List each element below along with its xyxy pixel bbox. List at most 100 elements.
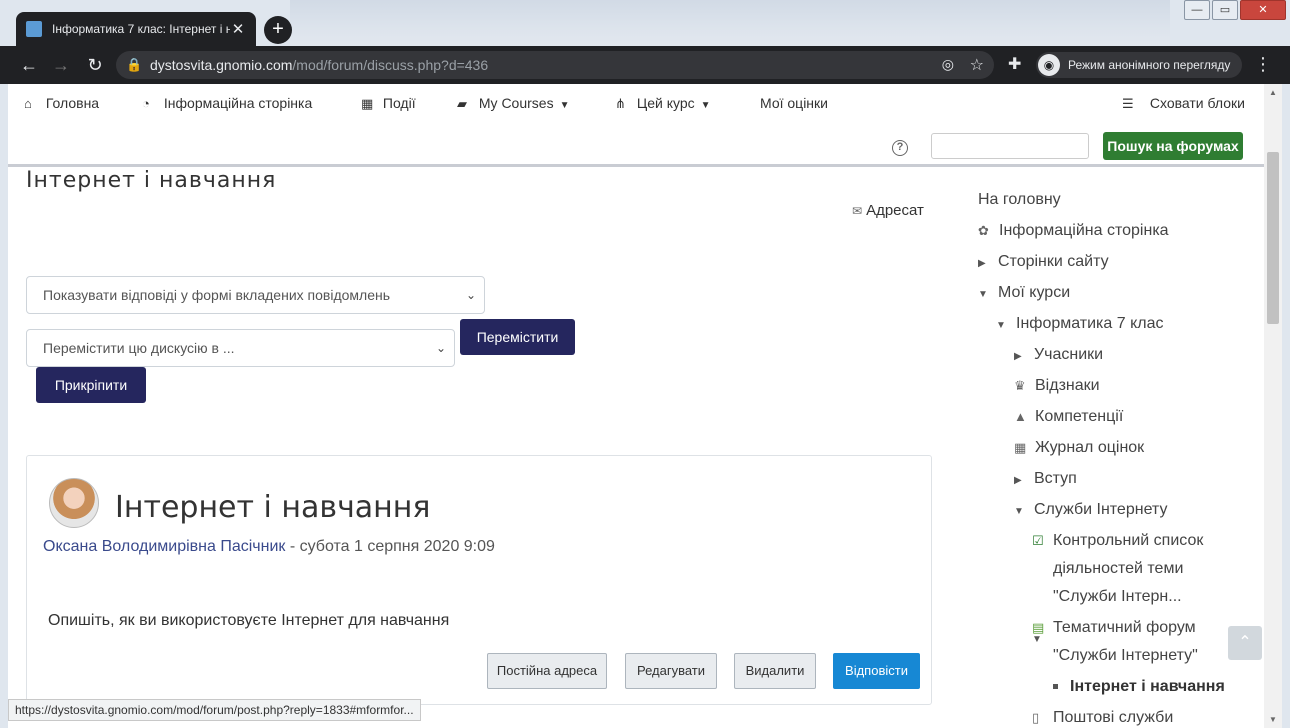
new-tab-button[interactable]: + <box>264 16 292 44</box>
sidebar-item-checklist[interactable]: ☑ Контрольний список <box>1032 532 1203 550</box>
chevron-down-icon: ▼ <box>700 100 711 111</box>
background-window-strip <box>290 0 1170 46</box>
page-viewport: ⌂ Головна ◔ Інформаційна сторінка ▦ Поді… <box>8 84 1264 728</box>
page-title: Інтернет і навчання <box>26 168 277 193</box>
trophy-icon: ♛ <box>1014 378 1026 393</box>
minimize-icon[interactable]: — <box>1184 0 1210 20</box>
tab-close-icon[interactable]: ✕ <box>230 20 246 38</box>
reload-icon[interactable]: ↻ <box>84 54 106 76</box>
caret-right-icon: ▶ <box>978 258 986 269</box>
help-icon[interactable]: ? <box>892 140 908 156</box>
pin-button[interactable]: Прикріпити <box>36 367 146 403</box>
move-button[interactable]: Перемістити <box>460 319 575 355</box>
calendar-icon: ▦ <box>361 96 374 111</box>
forward-arrow-icon[interactable]: → <box>50 54 72 76</box>
delete-button[interactable]: Видалити <box>734 653 816 689</box>
chevron-down-icon: ⌄ <box>465 288 476 302</box>
post-body: Опишіть, як ви використовуєте Інтернет д… <box>48 612 450 629</box>
back-arrow-icon[interactable]: ← <box>18 54 40 76</box>
sidebar-item-home[interactable]: На головну <box>978 191 1061 209</box>
recipient-link[interactable]: ✉ Адресат <box>852 202 924 219</box>
forum-search-button[interactable]: Пошук на форумах <box>1103 132 1243 160</box>
sidebar-item-checklist-line3[interactable]: "Служби Інтерн... <box>1053 588 1182 606</box>
url-text[interactable]: dystosvita.gnomio.com/mod/forum/discuss.… <box>150 57 488 73</box>
window-frame-left <box>0 84 8 728</box>
omnibox[interactable]: 🔒 dystosvita.gnomio.com/mod/forum/discus… <box>116 51 994 79</box>
incognito-label: Режим анонімного перегляду <box>1068 58 1231 72</box>
sidebar-item-intro[interactable]: ▶ Вступ <box>1014 470 1077 488</box>
sidebar-item-badges[interactable]: ♛ Відзнаки <box>1014 377 1100 395</box>
caret-down-icon: ▼ <box>1014 506 1024 517</box>
nav-dashboard[interactable]: ◔ Інформаційна сторінка <box>142 95 312 111</box>
chevron-down-icon: ▼ <box>559 100 570 111</box>
reply-button[interactable]: Відповісти <box>833 653 920 689</box>
envelope-icon: ✉ <box>852 204 863 218</box>
address-bar: ← → ↻ 🔒 dystosvita.gnomio.com/mod/forum/… <box>0 46 1290 84</box>
competency-icon: ▲ <box>1014 409 1027 424</box>
browser-menu-icon[interactable]: ⋮ <box>1254 54 1272 75</box>
permalink-button[interactable]: Постійна адреса <box>487 653 607 689</box>
scroll-up-icon[interactable]: ▲ <box>1269 88 1277 97</box>
nav-grades[interactable]: Мої оцінки <box>760 95 828 111</box>
gradebook-table-icon: ▦ <box>1014 440 1027 455</box>
post-title: Інтернет і навчання <box>115 490 431 525</box>
hide-blocks-toggle[interactable]: ☰ Сховати блоки <box>1122 95 1245 112</box>
post-author-link[interactable]: Оксана Володимирівна Пасічник <box>43 538 285 555</box>
move-discussion-select[interactable]: Перемістити цю дискусію в ... ⌄ <box>26 329 455 367</box>
sidebar-item-competencies[interactable]: ▲ Компетенції <box>1014 408 1123 426</box>
sidebar-item-mail[interactable]: ▯ Поштові служби <box>1032 709 1173 727</box>
bullet-icon <box>1053 684 1058 690</box>
lock-icon[interactable]: 🔒 <box>126 57 142 73</box>
nav-home[interactable]: ⌂ Головна <box>24 95 99 111</box>
header-divider <box>8 164 1264 167</box>
edit-button[interactable]: Редагувати <box>625 653 717 689</box>
nav-this-course[interactable]: ⋔ Цей курс ▼ <box>615 95 711 112</box>
sidebar-item-grades[interactable]: ▦ Журнал оцінок <box>1014 439 1144 457</box>
caret-down-icon[interactable]: ▼ <box>1032 634 1042 645</box>
display-mode-select[interactable]: Показувати відповіді у формі вкладених п… <box>26 276 485 314</box>
forum-post: Інтернет і навчання Оксана Володимирівна… <box>26 455 932 705</box>
caret-right-icon: ▶ <box>1014 475 1022 486</box>
sidebar-item-site-pages[interactable]: ▶ Сторінки сайту <box>978 253 1109 271</box>
sidebar-item-forum[interactable]: ▤ Тематичний форум <box>1032 619 1196 637</box>
sidebar-item-course[interactable]: ▼ Інформатика 7 клас <box>996 315 1164 333</box>
post-date: - субота 1 серпня 2020 9:09 <box>285 538 495 555</box>
tracking-eye-off-icon[interactable]: ◎ <box>942 56 954 73</box>
page-icon: ▯ <box>1032 710 1040 725</box>
caret-down-icon: ▼ <box>996 320 1006 331</box>
back-to-top-button[interactable]: ⌃ <box>1228 626 1262 660</box>
sidebar-item-my-courses[interactable]: ▼ Мої курси <box>978 284 1070 302</box>
window-frame-right <box>1282 84 1290 728</box>
dashboard-gauge-icon: ◔ <box>142 96 150 111</box>
browser-tab-active[interactable]: Інформатика 7 клас: Інтернет і н ✕ <box>16 12 256 46</box>
avatar[interactable] <box>49 478 99 528</box>
window-close-icon[interactable]: ✕ <box>1240 0 1286 20</box>
sidebar-item-forum-line2[interactable]: "Служби Інтернету" <box>1053 647 1198 665</box>
browser-tab-bar: Інформатика 7 клас: Інтернет і н ✕ + — ▭… <box>0 0 1290 46</box>
nav-my-courses[interactable]: ▰ My Courses ▼ <box>457 95 569 112</box>
bookmark-star-icon[interactable]: ☆ <box>970 55 984 75</box>
sidebar-item-checklist-line2[interactable]: діяльностей теми <box>1053 560 1183 578</box>
maximize-icon[interactable]: ▭ <box>1212 0 1238 20</box>
forum-search-input[interactable] <box>931 133 1089 159</box>
page-scrollbar[interactable]: ▲ ▼ <box>1264 84 1282 728</box>
window-controls: — ▭ ✕ <box>1184 0 1286 20</box>
sidebar-item-participants[interactable]: ▶ Учасники <box>1014 346 1103 364</box>
caret-down-icon: ▼ <box>978 289 988 300</box>
chevron-down-icon: ⌄ <box>435 341 446 355</box>
dashboard-icon: ✿ <box>978 223 989 238</box>
checklist-icon: ☑ <box>1032 533 1044 548</box>
scroll-down-icon[interactable]: ▼ <box>1269 715 1277 724</box>
home-icon: ⌂ <box>24 96 32 111</box>
extensions-puzzle-icon[interactable]: ✚ <box>1008 54 1021 74</box>
status-bar-url: https://dystosvita.gnomio.com/mod/forum/… <box>8 699 421 721</box>
scroll-thumb[interactable] <box>1267 152 1279 324</box>
sidebar-item-dashboard[interactable]: ✿ Інформаційна сторінка <box>978 222 1169 240</box>
sidebar-item-current-discussion[interactable]: Інтернет і навчання <box>1053 678 1225 696</box>
nav-events[interactable]: ▦ Події <box>361 95 416 112</box>
tab-title: Інформатика 7 клас: Інтернет і н <box>52 22 230 36</box>
post-meta: Оксана Володимирівна Пасічник - субота 1… <box>43 538 495 556</box>
sidebar-item-internet-services[interactable]: ▼ Служби Інтернету <box>1014 501 1167 519</box>
outdent-icon: ☰ <box>1122 96 1134 111</box>
incognito-indicator[interactable]: ◉ Режим анонімного перегляду <box>1036 52 1243 78</box>
